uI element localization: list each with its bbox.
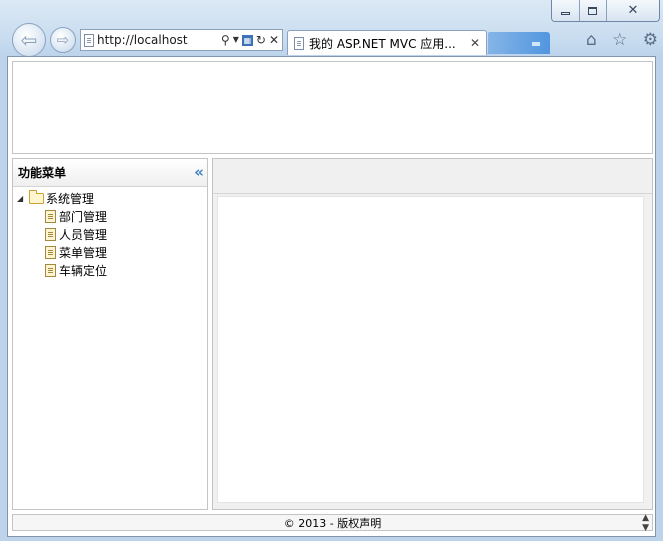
page-viewport: 功能菜单 « ◢ 系统管理 部门管理 人员管理 菜单管理 车辆定位 © 2013… [7,56,656,537]
address-bar[interactable]: http://localhost ⚲ ▼ ▦ ↻ ✕ [80,29,283,51]
tab-close-icon[interactable]: ✕ [470,36,480,50]
tree-node-system-management[interactable]: ◢ 系统管理 [13,189,207,207]
file-icon [45,263,56,277]
compatibility-view-icon[interactable]: ▦ [241,34,253,46]
maximize-icon [588,6,598,15]
browser-toolbar: ⌂ ☆ ⚙ [586,30,658,50]
tab-title: 我的 ASP.NET MVC 应用... [309,36,456,51]
maximize-button[interactable] [579,0,607,21]
main-panel [212,158,653,510]
tree-node-vehicle-location[interactable]: 车辆定位 [13,261,207,279]
search-icon[interactable]: ⚲ [221,34,230,46]
copyright-text: © 2013 - 版权声明 [283,516,382,530]
file-icon [45,227,56,241]
collapse-double-chevron-icon[interactable]: « [194,165,204,180]
window-controls: ✕ [551,0,660,22]
panel-header: 功能菜单 « [13,159,207,187]
tree-node-personnel-management[interactable]: 人员管理 [13,225,207,243]
refresh-icon[interactable]: ↻ [256,34,266,46]
stop-icon[interactable]: ✕ [269,34,279,46]
forward-arrow-icon: ⇨ [56,31,70,49]
page-footer: © 2013 - 版权声明 ▲ ▼ [12,513,653,533]
function-menu-panel: 功能菜单 « ◢ 系统管理 部门管理 人员管理 菜单管理 车辆定位 [12,158,208,510]
home-icon[interactable]: ⌂ [586,30,597,50]
minimize-icon [560,12,570,15]
browser-tab[interactable]: 我的 ASP.NET MVC 应用... ✕ [287,30,487,55]
page-header [12,61,653,154]
tree-node-label: 部门管理 [59,209,108,224]
menu-tree: ◢ 系统管理 部门管理 人员管理 菜单管理 车辆定位 [13,187,207,279]
panel-title: 功能菜单 [18,166,67,180]
tree-node-menu-management[interactable]: 菜单管理 [13,243,207,261]
page-icon [84,33,94,47]
main-panel-tabs-bar [213,159,652,194]
gear-icon[interactable]: ⚙ [643,30,658,50]
tree-node-label: 车辆定位 [59,263,108,278]
footer-scroll-arrows-icon[interactable]: ▲ ▼ [642,513,649,533]
expand-triangle-icon[interactable]: ◢ [17,194,27,203]
file-icon [45,245,56,259]
back-arrow-icon: ⇦ [20,28,38,52]
star-icon[interactable]: ☆ [612,30,627,50]
tree-node-label: 菜单管理 [59,245,108,260]
new-tab-button[interactable] [488,32,550,54]
forward-button[interactable]: ⇨ [50,27,76,53]
close-window-button[interactable]: ✕ [607,0,659,21]
close-icon: ✕ [627,3,639,18]
file-icon [45,209,56,223]
minimize-button[interactable] [552,0,580,21]
back-button[interactable]: ⇦ [12,23,46,57]
folder-icon [29,189,44,204]
address-input[interactable]: http://localhost [97,33,218,47]
main-content-area [217,196,644,503]
tab-page-icon [294,36,304,50]
tree-node-label: 系统管理 [46,191,95,206]
tree-node-label: 人员管理 [59,227,108,242]
dropdown-arrow-icon[interactable]: ▼ [233,36,239,44]
tree-node-department-management[interactable]: 部门管理 [13,207,207,225]
